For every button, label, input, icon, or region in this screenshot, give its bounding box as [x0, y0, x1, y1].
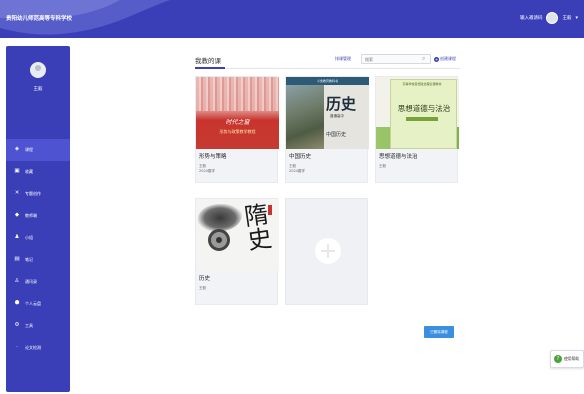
sidebar-item-tools[interactable]: ⚙ 工具	[6, 315, 70, 337]
title-underline	[195, 67, 225, 69]
course-card[interactable]: 义务教育教科书 历史 普通高中 中国历史 中国历史 王毅 2024春学	[285, 76, 369, 183]
cover-seal	[268, 205, 272, 215]
title-divider	[195, 68, 460, 69]
header-avatar[interactable]	[546, 12, 559, 24]
sidebar-item-label: 专题创作	[25, 191, 41, 196]
cover-header: 高等学校思想政治理论课教材	[402, 82, 442, 86]
school-brand[interactable]: 贵阳幼儿师范高等专科学校	[6, 14, 72, 22]
course-term: 2024春学	[199, 169, 215, 173]
help-button[interactable]: ? 使用帮助	[550, 350, 584, 368]
course-card[interactable]: 隋史 历史 王毅	[195, 198, 279, 305]
bookmark-icon: ▣	[14, 168, 20, 175]
cover-great-wall-image	[286, 85, 324, 149]
cover-ink-wash	[198, 204, 242, 232]
search-input[interactable]	[361, 54, 431, 64]
help-label: 使用帮助	[564, 356, 580, 361]
chevron-down-icon[interactable]: ▾	[575, 15, 578, 21]
cover-subtitle: 形势与政策教学教程	[219, 129, 256, 134]
course-card[interactable]: 高等学校思想政治理论课教材 思想道德与法治 思想道德与法治 王毅	[375, 76, 459, 183]
cover-skyline	[196, 77, 279, 111]
sidebar-item-teacher[interactable]: ◆ 教师端	[6, 205, 70, 227]
course-teacher: 王毅	[199, 286, 206, 290]
course-name: 历史	[199, 276, 211, 282]
sidebar-item-label: 笔记	[25, 257, 33, 262]
header-user-name[interactable]: 王毅	[562, 15, 571, 21]
cover-door-knocker	[208, 229, 230, 251]
sidebar-item-notes[interactable]: ▤ 笔记	[6, 249, 70, 271]
cover-title: 历史	[326, 95, 357, 113]
plus-icon: +	[434, 56, 439, 62]
teacher-icon: ◆	[14, 212, 20, 219]
note-icon: ▤	[14, 256, 20, 263]
cover-book	[390, 79, 457, 149]
sidebar: 王毅 ◈ 课程 ▣ 收藏 ✕ 专题创作 ◆ 教师端 ♟ 小组 ▤ 笔记 ♙ 通讯…	[6, 46, 70, 392]
sidebar-item-courses[interactable]: ◈ 课程	[6, 139, 70, 161]
sidebar-item-label: 小组	[25, 235, 33, 240]
user-area[interactable]: 输入邀请码 王毅 ▾	[520, 12, 578, 24]
add-course-card[interactable]	[285, 198, 368, 305]
cover-subtitle-2: 中国历史	[326, 132, 347, 138]
course-name: 中国历史	[289, 154, 312, 160]
sidebar-item-contacts[interactable]: ♙ 通讯录	[6, 271, 70, 293]
sidebar-avatar[interactable]	[30, 62, 46, 78]
cover-title: 时代之窗	[225, 119, 250, 126]
course-term: 2024春学	[289, 169, 305, 173]
sidebar-menu: ◈ 课程 ▣ 收藏 ✕ 专题创作 ◆ 教师端 ♟ 小组 ▤ 笔记 ♙ 通讯录 ⬢	[6, 139, 70, 359]
create-course-button[interactable]: + 创建课程	[434, 56, 456, 62]
topic-icon: ✕	[14, 190, 20, 197]
sidebar-item-label: 教师端	[25, 213, 37, 218]
invite-code-link[interactable]: 输入邀请码	[520, 15, 543, 21]
add-plus-icon	[315, 238, 341, 264]
course-name: 思想道德与法治	[379, 154, 418, 160]
sidebar-item-label: 课程	[25, 147, 33, 152]
deleted-courses-button[interactable]: 已删除课程	[424, 326, 454, 338]
cover-bar	[406, 117, 438, 121]
create-course-label: 创建课程	[440, 56, 456, 61]
course-icon: ◈	[14, 146, 20, 153]
sidebar-item-bookmarks[interactable]: ▣ 收藏	[6, 161, 70, 183]
sidebar-item-topic[interactable]: ✕ 专题创作	[6, 183, 70, 205]
group-icon: ♟	[14, 234, 20, 241]
sidebar-user-name: 王毅	[33, 87, 43, 92]
sidebar-item-label: 论文检测	[25, 345, 41, 350]
cloud-disk-icon: ⬢	[14, 300, 20, 307]
cover-calligraphy: 隋史	[242, 200, 274, 256]
cover-band-text: 义务教育教科书	[316, 79, 338, 83]
sidebar-item-label: 通讯录	[25, 279, 37, 284]
sidebar-item-groups[interactable]: ♟ 小组	[6, 227, 70, 249]
contacts-icon: ♙	[14, 278, 20, 285]
search-icon[interactable]: ⌕	[422, 55, 425, 63]
course-cover-image: 高等学校思想政治理论课教材 思想道德与法治	[376, 77, 459, 149]
tools-icon: ⚙	[14, 322, 20, 329]
cover-title: 思想道德与法治	[397, 104, 451, 113]
help-icon: ?	[554, 355, 562, 363]
course-teacher: 王毅	[379, 164, 386, 168]
course-cover-image: 时代之窗 形势与政策教学教程	[196, 77, 279, 149]
course-cover-image: 义务教育教科书 历史 普通高中 中国历史	[286, 77, 369, 149]
top-bar: 贵阳幼儿师范高等专科学校 输入邀请码 王毅 ▾	[0, 0, 584, 38]
sidebar-item-label: 个人云盘	[25, 301, 41, 306]
schedule-manage-link[interactable]: 排课管理	[335, 56, 351, 62]
course-card[interactable]: 时代之窗 形势与政策教学教程 形势与策略 王毅 2024春学	[195, 76, 279, 183]
page-title: 我教的课	[195, 57, 221, 65]
sidebar-item-paper-check[interactable]: · 论文检测	[6, 337, 70, 359]
paper-check-icon: ·	[16, 344, 18, 351]
sidebar-item-label: 工具	[25, 323, 33, 328]
sidebar-item-cloud[interactable]: ⬢ 个人云盘	[6, 293, 70, 315]
cover-subtitle: 普通高中	[330, 114, 344, 118]
course-name: 形势与策略	[199, 154, 227, 160]
main-content: 我教的课 排课管理 ⌕ + 创建课程 时代之窗 形势与政策教学教程 形势与策略 …	[195, 50, 460, 330]
sidebar-item-label: 收藏	[25, 169, 33, 174]
course-cover-image: 隋史	[196, 199, 279, 271]
